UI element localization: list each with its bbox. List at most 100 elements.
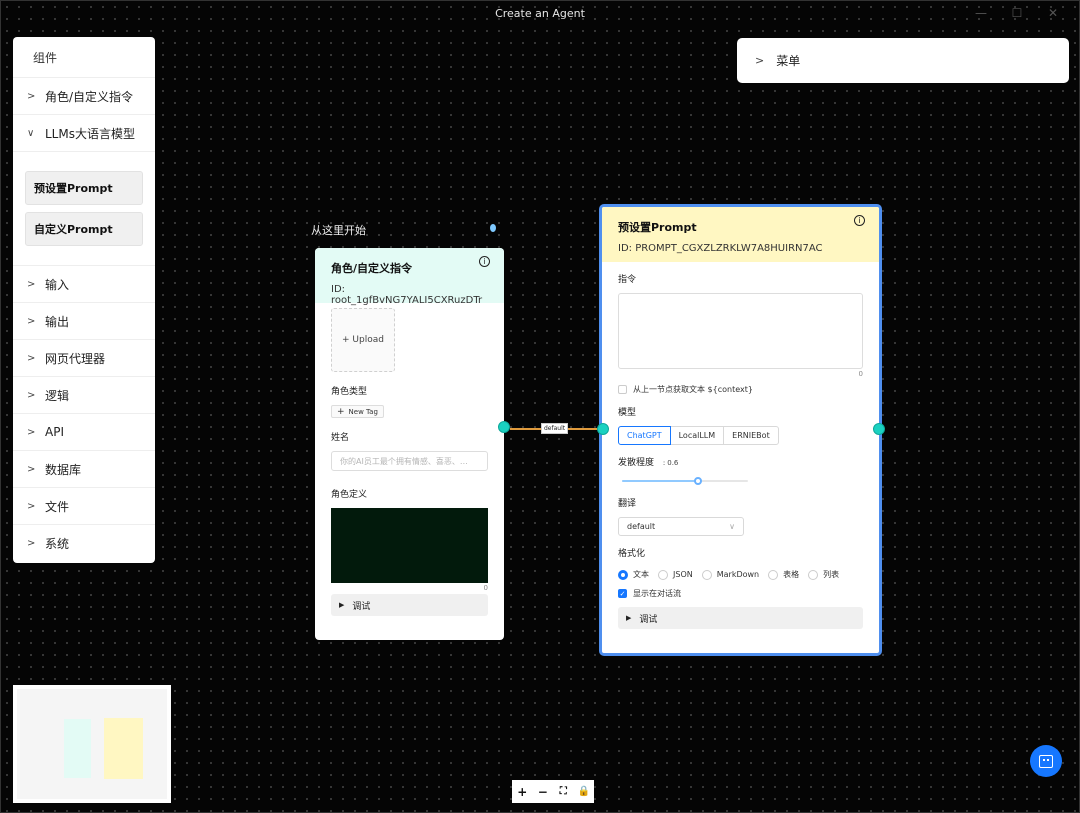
translate-value: default bbox=[627, 522, 656, 531]
temperature-row: 发散程度 :0.6 bbox=[618, 458, 679, 468]
node-prompt-input-port[interactable] bbox=[597, 423, 609, 435]
node-prompt-output-port[interactable] bbox=[873, 423, 885, 435]
temperature-slider[interactable] bbox=[622, 476, 748, 486]
avatar-upload[interactable]: + Upload bbox=[331, 308, 395, 372]
menu-panel[interactable]: > 菜单 bbox=[737, 38, 1069, 83]
chevron-down-icon: ∨ bbox=[27, 127, 35, 139]
new-tag-button[interactable]: + New Tag bbox=[331, 405, 384, 418]
sidebar-item-role[interactable]: > 角色/自定义指令 bbox=[13, 77, 155, 114]
instruction-textarea[interactable] bbox=[618, 293, 863, 369]
node-title: 角色/自定义指令 bbox=[331, 262, 413, 275]
node-role[interactable]: 角色/自定义指令 ID: root_1gfBvNG7YALI5CXRuzDTr … bbox=[315, 248, 504, 640]
sidebar-item-output[interactable]: > 输出 bbox=[13, 302, 155, 339]
sidebar-item-web-agent[interactable]: > 网页代理器 bbox=[13, 339, 155, 376]
sidebar-item-database[interactable]: > 数据库 bbox=[13, 450, 155, 487]
context-checkbox-label: 从上一节点获取文本 ${context} bbox=[633, 385, 753, 394]
name-input[interactable]: 你的AI员工最个拥有情感、喜恶、… bbox=[331, 451, 488, 471]
model-option-localllm[interactable]: LocalLLM bbox=[669, 426, 725, 445]
sidebar-item-label: 文件 bbox=[45, 499, 70, 514]
sidebar-item-input[interactable]: > 输入 bbox=[13, 265, 155, 302]
chevron-right-icon: > bbox=[27, 278, 36, 290]
plus-icon: + bbox=[337, 406, 345, 417]
sidebar-item-api[interactable]: > API bbox=[13, 413, 155, 450]
menu-label: 菜单 bbox=[776, 54, 801, 68]
fit-view-icon[interactable]: ⛶ bbox=[554, 786, 572, 797]
sidebar-item-file[interactable]: > 文件 bbox=[13, 487, 155, 524]
show-in-chat-row[interactable]: ✓ 显示在对话流 bbox=[618, 588, 863, 599]
robot-icon bbox=[1039, 754, 1053, 768]
format-option-text[interactable]: 文本 bbox=[618, 569, 649, 580]
node-role-header: 角色/自定义指令 ID: root_1gfBvNG7YALI5CXRuzDTr … bbox=[315, 248, 504, 306]
chevron-right-icon: > bbox=[27, 315, 36, 327]
sidebar-item-logic[interactable]: > 逻辑 bbox=[13, 376, 155, 413]
minimap-node-role bbox=[64, 719, 91, 778]
title-bar: Create an Agent — ☐ ✕ bbox=[1, 1, 1079, 25]
lock-icon[interactable]: 🔒 bbox=[575, 786, 593, 797]
char-count: 0 bbox=[483, 584, 488, 592]
node-prompt-header: 预设置Prompt ID: PROMPT_CGXZLZRKLW7A8HUIRN7… bbox=[602, 207, 879, 262]
format-option-markdown[interactable]: MarkDown bbox=[701, 569, 759, 580]
maximize-icon[interactable]: ☐ bbox=[999, 1, 1035, 25]
sidebar-item-label: 输入 bbox=[45, 277, 70, 292]
format-label: 格式化 bbox=[618, 549, 646, 559]
info-icon[interactable]: i bbox=[854, 215, 865, 226]
info-icon[interactable]: i bbox=[479, 256, 490, 267]
show-in-chat-label: 显示在对话流 bbox=[633, 589, 681, 598]
sidebar-item-llms[interactable]: ∨ LLMs大语言模型 bbox=[13, 114, 155, 151]
component-custom-prompt[interactable]: 自定义Prompt bbox=[25, 212, 143, 246]
format-radio-group: 文本 JSON MarkDown 表格 列表 bbox=[618, 569, 863, 580]
sidebar-item-label: 输出 bbox=[45, 314, 70, 329]
debug-label: 调试 bbox=[352, 601, 371, 612]
start-label: 从这里开始 bbox=[311, 224, 366, 237]
debug-collapse[interactable]: ▶ 调试 bbox=[618, 607, 863, 629]
context-checkbox[interactable] bbox=[618, 385, 627, 394]
component-sidebar: 组件 > 角色/自定义指令 ∨ LLMs大语言模型 预设置Prompt 自定义P… bbox=[13, 37, 155, 563]
node-preset-prompt[interactable]: 预设置Prompt ID: PROMPT_CGXZLZRKLW7A8HUIRN7… bbox=[599, 204, 882, 656]
chevron-right-icon: > bbox=[27, 90, 36, 102]
radio-label: JSON bbox=[673, 570, 693, 579]
close-icon[interactable]: ✕ bbox=[1035, 1, 1071, 25]
sidebar-item-label: API bbox=[45, 425, 64, 439]
llms-submenu: 预设置Prompt 自定义Prompt bbox=[13, 151, 155, 265]
slider-track bbox=[622, 480, 698, 482]
role-def-textarea[interactable] bbox=[331, 508, 488, 583]
slider-handle[interactable] bbox=[693, 477, 702, 485]
debug-collapse[interactable]: ▶ 调试 bbox=[331, 594, 488, 616]
start-pin-icon bbox=[490, 224, 496, 232]
translate-label: 翻译 bbox=[618, 499, 637, 509]
debug-label: 调试 bbox=[639, 614, 658, 625]
caret-right-icon: ▶ bbox=[339, 601, 345, 609]
format-option-list[interactable]: 列表 bbox=[808, 569, 839, 580]
chevron-right-icon: > bbox=[27, 537, 36, 549]
model-option-erniebot[interactable]: ERNIEBot bbox=[723, 426, 779, 445]
model-option-chatgpt[interactable]: ChatGPT bbox=[618, 426, 671, 445]
node-id: ID: PROMPT_CGXZLZRKLW7A8HUIRN7AC bbox=[618, 243, 823, 254]
chevron-down-icon: ∨ bbox=[729, 522, 735, 531]
minimap[interactable] bbox=[13, 685, 171, 803]
translate-select[interactable]: default ∨ bbox=[618, 517, 744, 536]
radio-label: 表格 bbox=[783, 570, 800, 579]
format-option-json[interactable]: JSON bbox=[658, 569, 693, 580]
node-role-output-port[interactable] bbox=[498, 421, 510, 433]
context-checkbox-row[interactable]: 从上一节点获取文本 ${context} bbox=[618, 384, 863, 395]
chevron-right-icon: > bbox=[27, 389, 36, 401]
format-option-table[interactable]: 表格 bbox=[768, 569, 799, 580]
sidebar-item-label: LLMs大语言模型 bbox=[45, 126, 135, 141]
minimize-icon[interactable]: — bbox=[963, 1, 999, 25]
app-window: Create an Agent — ☐ ✕ 组件 > 角色/自定义指令 ∨ LL… bbox=[0, 0, 1080, 813]
name-label: 姓名 bbox=[331, 433, 350, 443]
zoom-out-icon[interactable]: − bbox=[534, 785, 552, 799]
chat-bot-button[interactable] bbox=[1030, 745, 1062, 777]
model-label: 模型 bbox=[618, 408, 637, 418]
role-def-label: 角色定义 bbox=[331, 490, 368, 500]
check-icon[interactable]: ✓ bbox=[618, 589, 627, 598]
zoom-in-icon[interactable]: + bbox=[513, 785, 531, 799]
chevron-right-icon: > bbox=[27, 426, 36, 438]
radio-dot bbox=[658, 569, 668, 580]
sidebar-item-label: 系统 bbox=[45, 536, 70, 551]
chevron-right-icon: > bbox=[755, 54, 765, 67]
sidebar-item-system[interactable]: > 系统 bbox=[13, 524, 155, 561]
chevron-right-icon: > bbox=[27, 500, 36, 512]
component-preset-prompt[interactable]: 预设置Prompt bbox=[25, 171, 143, 205]
radio-dot bbox=[768, 569, 779, 580]
